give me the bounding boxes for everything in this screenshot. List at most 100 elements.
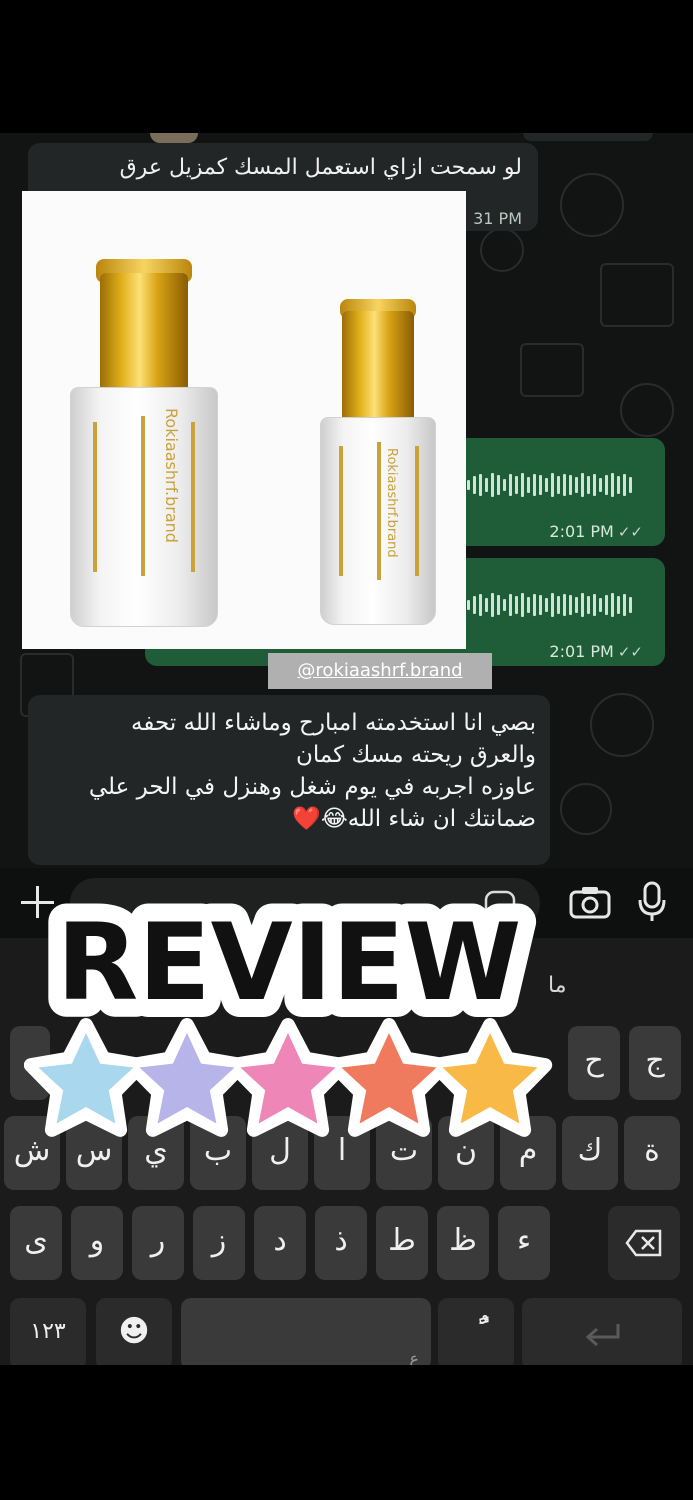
bg-doodle: [560, 783, 612, 835]
reply-line: بصي انا استخدمته امبارح وماشاء الله تحفه: [131, 710, 536, 736]
waveform-bar: [599, 478, 602, 492]
waveform-bar: [485, 478, 488, 492]
waveform-bar: [545, 478, 548, 492]
waveform-bar: [599, 598, 602, 612]
waveform-bar: [467, 600, 470, 610]
waveform-bar: [551, 593, 554, 617]
waveform-bar: [629, 597, 632, 613]
voice-note-time-text: 2:01 PM: [549, 522, 614, 541]
keyboard-key[interactable]: و: [71, 1206, 123, 1280]
bg-doodle: [560, 173, 624, 237]
bg-doodle: [620, 383, 674, 437]
enter-key[interactable]: [522, 1298, 682, 1365]
keyboard-key[interactable]: ك: [562, 1116, 618, 1190]
space-hint: ع: [409, 1349, 419, 1365]
waveform-bar: [515, 596, 518, 614]
waveform-bar: [545, 598, 548, 612]
product-photo[interactable]: Rokiaashrf.brand Rokiaashrf.brand: [22, 191, 466, 649]
bg-doodle: [520, 343, 584, 397]
camera-icon[interactable]: [568, 884, 612, 920]
keyboard-key[interactable]: ظ: [437, 1206, 489, 1280]
voice-waveform[interactable]: [467, 593, 632, 617]
reply-message-bubble[interactable]: بصي انا استخدمته امبارح وماشاء الله تحفه…: [28, 695, 550, 865]
leaf-pattern: [141, 416, 145, 576]
review-sticker[interactable]: REVIEW REVIEW: [23, 879, 554, 1144]
keyboard-key[interactable]: ر: [132, 1206, 184, 1280]
bubble-edge: [523, 133, 653, 141]
stars-group: [23, 1018, 553, 1137]
reply-line: والعرق ريحته مسك كمان: [295, 742, 536, 768]
waveform-bar: [581, 473, 584, 497]
waveform-bar: [521, 473, 524, 497]
leaf-pattern: [377, 442, 381, 580]
space-key[interactable]: ع: [181, 1298, 431, 1365]
leaf-pattern: [339, 446, 343, 576]
bottle-glass: Rokiaashrf.brand: [70, 387, 218, 627]
mic-icon[interactable]: [636, 880, 668, 924]
waveform-bar: [581, 593, 584, 617]
bottle-cap: [100, 273, 188, 389]
waveform-bar: [587, 476, 590, 494]
waveform-bar: [563, 594, 566, 616]
voice-note-time: 2:01 PM ✓✓: [549, 522, 643, 541]
keyboard-key[interactable]: ج: [629, 1026, 681, 1100]
waveform-bar: [557, 476, 560, 494]
waveform-bar: [623, 474, 626, 496]
watermark-handle[interactable]: @rokiaashrf.brand: [268, 653, 492, 689]
bottle-brand-text: Rokiaashrf.brand: [162, 408, 181, 543]
waveform-bar: [491, 593, 494, 617]
large-bottle: Rokiaashrf.brand: [70, 259, 218, 629]
bottle-glass: Rokiaashrf.brand: [320, 417, 436, 625]
keyboard-key[interactable]: ح: [568, 1026, 620, 1100]
bottle-brand-text: Rokiaashrf.brand: [384, 448, 399, 558]
waveform-bar: [563, 474, 566, 496]
waveform-bar: [551, 473, 554, 497]
waveform-bar: [617, 596, 620, 614]
quoted-message-text: لو سمحت ازاي استعمل المسك كمزيل عرق: [119, 155, 522, 180]
small-bottle: Rokiaashrf.brand: [320, 299, 436, 625]
waveform-bar: [629, 477, 632, 493]
voice-waveform[interactable]: [467, 473, 632, 497]
waveform-bar: [509, 474, 512, 496]
emoji-key[interactable]: ☻: [96, 1298, 172, 1365]
waveform-bar: [611, 473, 614, 497]
waveform-bar: [623, 594, 626, 616]
keyboard-key[interactable]: ة: [624, 1116, 680, 1190]
leaf-pattern: [415, 446, 419, 576]
bg-doodle: [600, 263, 674, 327]
waveform-bar: [587, 596, 590, 614]
waveform-bar: [473, 476, 476, 494]
keyboard-key[interactable]: ط: [376, 1206, 428, 1280]
keyboard-key[interactable]: ى: [10, 1206, 62, 1280]
waveform-bar: [533, 474, 536, 496]
chat-screen: لو سمحت ازاي استعمل المسك كمزيل عرق 31 P…: [0, 133, 693, 1365]
keyboard-key[interactable]: ز: [193, 1206, 245, 1280]
numbers-key[interactable]: ١٢٣: [10, 1298, 86, 1365]
message-time: 31 PM: [473, 209, 522, 228]
keyboard-key[interactable]: ذ: [315, 1206, 367, 1280]
waveform-bar: [491, 473, 494, 497]
waveform-bar: [527, 477, 530, 493]
voice-note-time-text: 2:01 PM: [549, 642, 614, 661]
waveform-bar: [485, 598, 488, 612]
waveform-bar: [533, 594, 536, 616]
double-check-icon: ✓✓: [617, 523, 643, 541]
waveform-bar: [503, 599, 506, 611]
diacritic-key[interactable]: ًٌ: [438, 1298, 514, 1365]
waveform-bar: [479, 594, 482, 616]
backspace-key[interactable]: [608, 1206, 680, 1280]
leaf-pattern: [191, 422, 195, 572]
backspace-icon: [625, 1229, 662, 1257]
waveform-bar: [473, 596, 476, 614]
enter-arrow-icon: [585, 1324, 620, 1347]
voice-note-time: 2:01 PM ✓✓: [549, 642, 643, 661]
waveform-bar: [515, 476, 518, 494]
waveform-bar: [527, 597, 530, 613]
keyboard-key[interactable]: د: [254, 1206, 306, 1280]
waveform-bar: [557, 596, 560, 614]
keyboard-key[interactable]: ء: [498, 1206, 550, 1280]
waveform-bar: [575, 477, 578, 493]
waveform-bar: [539, 595, 542, 615]
waveform-bar: [503, 479, 506, 491]
avatar[interactable]: [150, 133, 198, 143]
